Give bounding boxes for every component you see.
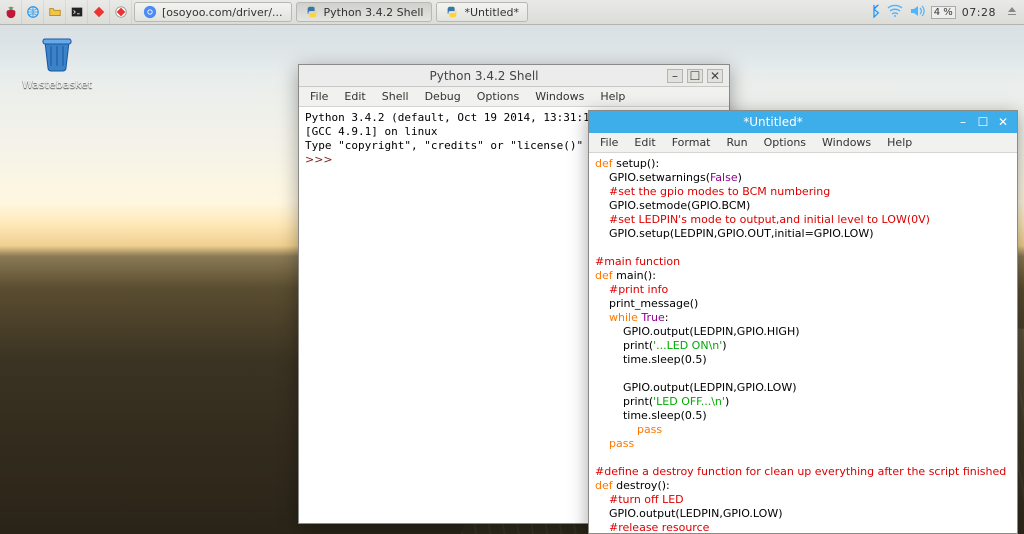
taskbar-spacer	[530, 0, 861, 24]
bluetooth-icon[interactable]	[867, 4, 881, 21]
wastebasket-icon	[37, 34, 77, 74]
system-tray: 4 % 07:28	[861, 0, 1024, 24]
desktop-icon-wastebasket[interactable]: Wastebasket	[22, 34, 92, 91]
menu-options[interactable]: Options	[470, 88, 526, 105]
close-button[interactable]: ✕	[707, 69, 723, 83]
python-icon	[305, 5, 319, 19]
minimize-button[interactable]: –	[955, 115, 971, 129]
menu-windows[interactable]: Windows	[815, 134, 878, 151]
menu-file[interactable]: File	[303, 88, 335, 105]
cpu-percent[interactable]: 4 %	[931, 6, 956, 19]
desktop-icon-label: Wastebasket	[22, 78, 92, 91]
menu-raspberry-icon[interactable]	[0, 0, 22, 24]
taskbar: [osoyoo.com/driver/... Python 3.4.2 Shel…	[0, 0, 1024, 25]
wolfram-icon[interactable]	[110, 0, 132, 24]
minimize-button[interactable]: –	[667, 69, 683, 83]
maximize-button[interactable]: ☐	[975, 115, 991, 129]
menu-format[interactable]: Format	[665, 134, 718, 151]
menu-shell[interactable]: Shell	[375, 88, 416, 105]
terminal-icon[interactable]	[66, 0, 88, 24]
menu-file[interactable]: File	[593, 134, 625, 151]
menu-windows[interactable]: Windows	[528, 88, 591, 105]
task-label: *Untitled*	[464, 6, 519, 19]
menu-edit[interactable]: Edit	[627, 134, 662, 151]
titlebar[interactable]: *Untitled* – ☐ ✕	[589, 111, 1017, 133]
mathematica-icon[interactable]	[88, 0, 110, 24]
clock[interactable]: 07:28	[962, 6, 1000, 19]
maximize-button[interactable]: ☐	[687, 69, 703, 83]
titlebar[interactable]: Python 3.4.2 Shell – ☐ ✕	[299, 65, 729, 87]
web-browser-icon[interactable]	[22, 0, 44, 24]
menu-debug[interactable]: Debug	[418, 88, 468, 105]
menu-help[interactable]: Help	[880, 134, 919, 151]
menu-edit[interactable]: Edit	[337, 88, 372, 105]
volume-icon[interactable]	[909, 4, 925, 21]
editor-content[interactable]: def setup(): GPIO.setwarnings(False) #se…	[589, 153, 1017, 533]
wifi-icon[interactable]	[887, 4, 903, 21]
task-label: Python 3.4.2 Shell	[324, 6, 424, 19]
taskbar-task-python-shell[interactable]: Python 3.4.2 Shell	[296, 2, 433, 22]
menu-run[interactable]: Run	[720, 134, 755, 151]
window-title: *Untitled*	[595, 115, 951, 129]
window-title: Python 3.4.2 Shell	[305, 69, 663, 83]
menubar: File Edit Format Run Options Windows Hel…	[589, 133, 1017, 153]
menubar: File Edit Shell Debug Options Windows He…	[299, 87, 729, 107]
taskbar-task-browser[interactable]: [osoyoo.com/driver/...	[134, 2, 292, 22]
task-label: [osoyoo.com/driver/...	[162, 6, 283, 19]
chromium-icon	[143, 5, 157, 19]
taskbar-task-editor[interactable]: *Untitled*	[436, 2, 528, 22]
python-icon	[445, 5, 459, 19]
menu-options[interactable]: Options	[757, 134, 813, 151]
menu-help[interactable]: Help	[593, 88, 632, 105]
file-manager-icon[interactable]	[44, 0, 66, 24]
eject-icon[interactable]	[1006, 5, 1018, 20]
close-button[interactable]: ✕	[995, 115, 1011, 129]
window-editor: *Untitled* – ☐ ✕ File Edit Format Run Op…	[588, 110, 1018, 534]
